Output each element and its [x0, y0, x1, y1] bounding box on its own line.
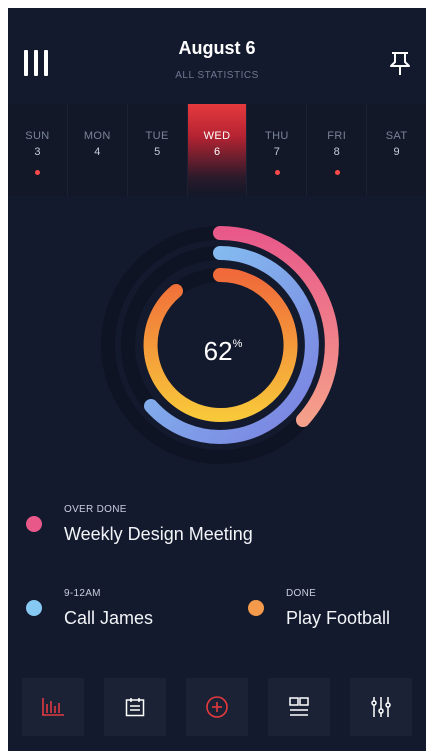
bottom-tab-bar	[22, 678, 416, 738]
event-dot	[334, 170, 340, 175]
day-name: WED	[203, 130, 231, 142]
page-title: August 6	[178, 38, 256, 58]
day-number: 8	[333, 146, 340, 158]
day-sun[interactable]: SUN 3	[8, 104, 68, 196]
day-wed-selected[interactable]: WED 6	[187, 104, 248, 196]
day-name: SUN	[25, 130, 50, 142]
calendar-icon	[125, 698, 145, 717]
day-name: THU	[264, 130, 289, 142]
tab-calendar[interactable]	[104, 678, 166, 736]
day-thu[interactable]: THU 7	[247, 104, 308, 196]
sliders-icon	[371, 697, 391, 717]
task-status: OVER DONE	[64, 504, 127, 515]
page-subtitle: ALL STATISTICS	[175, 70, 259, 81]
stats-icon	[42, 698, 64, 716]
day-name: TUE	[145, 130, 169, 142]
day-name: SAT	[385, 130, 408, 142]
tab-add[interactable]	[186, 678, 248, 736]
day-number: 4	[94, 146, 101, 158]
task-title: Call James	[64, 608, 154, 628]
day-number: 6	[213, 146, 221, 158]
day-mon[interactable]: MON 4	[68, 104, 128, 196]
day-selector: SUN 3 MON 4 TUE 5 WED 6 THU 7 FRI 8 SAT …	[8, 104, 426, 196]
tab-stats[interactable]	[22, 678, 84, 736]
day-sat[interactable]: SAT 9	[367, 104, 426, 196]
day-number: 5	[154, 146, 161, 158]
day-name: MON	[83, 130, 111, 142]
tab-settings[interactable]	[350, 678, 412, 736]
task-status: DONE	[286, 588, 317, 599]
day-tue[interactable]: TUE 5	[128, 104, 188, 196]
day-fri[interactable]: FRI 8	[307, 104, 368, 196]
day-number: 9	[393, 146, 400, 158]
event-dot	[274, 170, 280, 175]
status-dot	[26, 516, 42, 532]
pin-icon[interactable]	[388, 50, 412, 76]
task-title: Play Football	[286, 608, 391, 628]
status-dot	[26, 600, 42, 616]
add-icon	[206, 696, 228, 718]
list-icon	[289, 697, 309, 716]
tab-list[interactable]	[268, 678, 330, 736]
event-dot	[35, 170, 41, 175]
task-title: Weekly Design Meeting	[64, 524, 253, 544]
task-time: 9-12AM	[64, 588, 101, 599]
day-number: 7	[273, 146, 280, 158]
day-name: FRI	[327, 130, 347, 142]
day-number: 3	[34, 146, 41, 158]
app-screen: August 6 ALL STATISTICS SUN 3 MON 4 TUE …	[8, 8, 426, 751]
progress-rings: 62%	[8, 208, 426, 498]
progress-percent: 62%	[203, 336, 243, 366]
status-dot	[248, 600, 264, 616]
